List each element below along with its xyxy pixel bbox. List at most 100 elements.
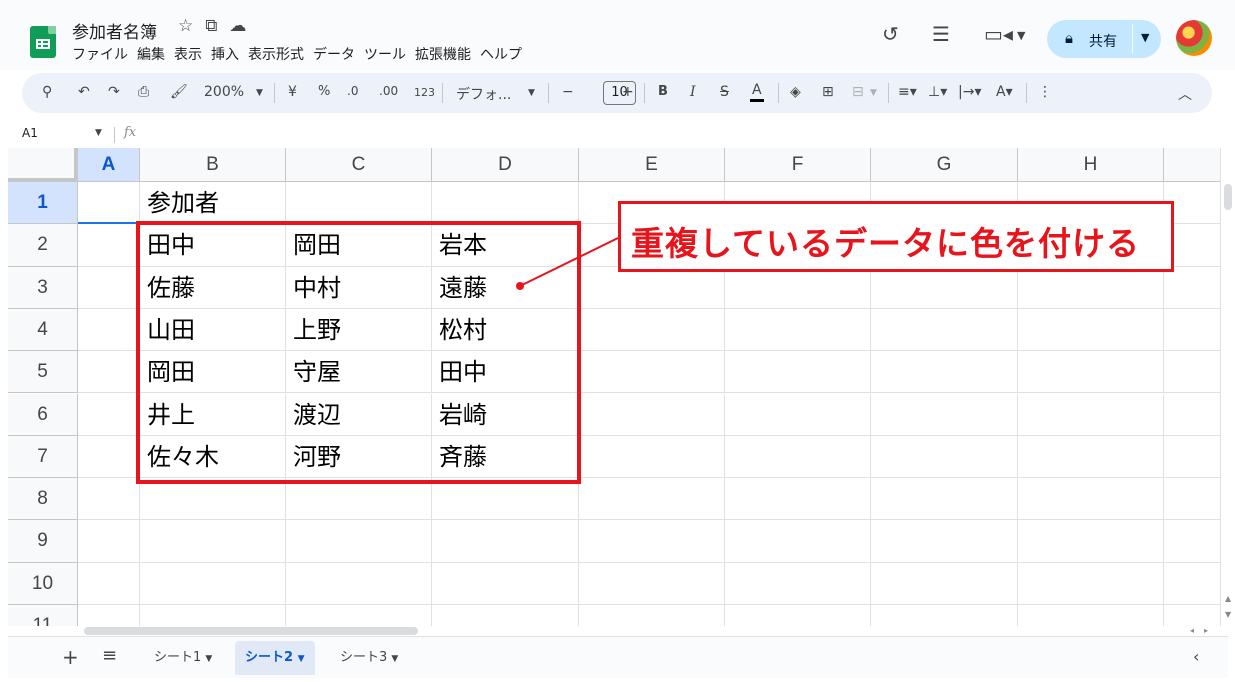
column-header-b[interactable]: B: [140, 148, 286, 182]
cell-c10[interactable]: [286, 562, 432, 605]
cell-f5[interactable]: [725, 351, 871, 394]
cell-c11[interactable]: [286, 605, 432, 626]
cell-g10[interactable]: [871, 562, 1018, 605]
cell-f9[interactable]: [725, 520, 871, 563]
row-header-2[interactable]: 2: [8, 224, 78, 267]
print-icon[interactable]: ⎙: [138, 84, 149, 100]
more-options-icon[interactable]: ⋮: [1038, 84, 1052, 100]
comment-icon[interactable]: ☰: [932, 22, 950, 46]
decrease-decimal-button[interactable]: .0: [347, 84, 358, 98]
cell-a6[interactable]: [78, 393, 140, 436]
cell-extra[interactable]: [1164, 351, 1220, 394]
cell-h9[interactable]: [1018, 520, 1164, 563]
add-sheet-icon[interactable]: +: [62, 645, 79, 669]
cell-b8[interactable]: [140, 478, 286, 521]
cell-h8[interactable]: [1018, 478, 1164, 521]
row-header-11[interactable]: 11: [8, 605, 78, 626]
menu-tools[interactable]: ツール: [364, 44, 406, 64]
column-header-d[interactable]: D: [432, 148, 579, 182]
row-header-4[interactable]: 4: [8, 308, 78, 352]
scroll-left-icon[interactable]: ◂: [1190, 626, 1194, 635]
menu-extensions[interactable]: 拡張機能: [415, 44, 471, 64]
sheets-logo-icon[interactable]: [30, 26, 56, 58]
sheet-tab-1[interactable]: シート1 ▼: [144, 641, 222, 675]
cell-d11[interactable]: [432, 605, 579, 626]
increase-decimal-button[interactable]: .00: [379, 84, 398, 98]
cell-f4[interactable]: [725, 308, 871, 352]
share-dropdown-icon[interactable]: ▼: [1141, 31, 1149, 44]
horizontal-align-icon[interactable]: ≡▾: [898, 84, 917, 100]
cell-g11[interactable]: [871, 605, 1018, 626]
merge-cells-icon[interactable]: ⊟: [852, 84, 864, 100]
name-box[interactable]: A1: [22, 126, 38, 140]
star-icon[interactable]: ☆: [178, 16, 193, 36]
cell-extra[interactable]: [1164, 267, 1220, 309]
text-rotation-icon[interactable]: A▾: [996, 84, 1013, 100]
zoom-dropdown-icon[interactable]: ▼: [256, 88, 263, 98]
scroll-down-icon[interactable]: ▼: [1225, 610, 1231, 619]
cell-h4[interactable]: [1018, 308, 1164, 352]
zoom-select[interactable]: 200%: [204, 84, 244, 100]
share-button[interactable]: 🔒︎ 共有 ▼: [1047, 20, 1161, 58]
cell-extra[interactable]: [1164, 436, 1220, 479]
cell-f7[interactable]: [725, 435, 871, 479]
cell-e8[interactable]: [579, 478, 725, 521]
cell-b9[interactable]: [140, 520, 286, 563]
column-header-extra[interactable]: [1164, 148, 1220, 182]
redo-icon[interactable]: ↷: [108, 84, 120, 100]
name-box-dropdown-icon[interactable]: ▼: [95, 128, 102, 138]
cell-f6[interactable]: [725, 393, 871, 436]
cell-extra[interactable]: [1164, 520, 1220, 563]
vertical-align-icon[interactable]: ⊥▾: [928, 84, 947, 100]
collapse-menu-icon[interactable]: ︿: [1178, 84, 1192, 104]
cell-h7[interactable]: [1018, 435, 1164, 479]
cell-e7[interactable]: [579, 435, 725, 479]
sheet-tab-3[interactable]: シート3 ▼: [330, 641, 408, 675]
cell-g3[interactable]: [871, 266, 1018, 309]
row-header-9[interactable]: 9: [8, 520, 78, 563]
cell-g6[interactable]: [871, 393, 1018, 436]
cloud-status-icon[interactable]: ☁: [229, 16, 246, 36]
move-folder-icon[interactable]: ⧉: [205, 16, 217, 36]
cell-h10[interactable]: [1018, 562, 1164, 605]
column-header-g[interactable]: G: [871, 148, 1018, 182]
cell-a8[interactable]: [78, 478, 140, 521]
cell-f11[interactable]: [725, 605, 871, 626]
cell-d10[interactable]: [432, 562, 579, 605]
cell-g9[interactable]: [871, 520, 1018, 563]
cell-d1[interactable]: [432, 182, 579, 225]
cell-b1[interactable]: 参加者: [140, 182, 286, 225]
menu-file[interactable]: ファイル: [72, 44, 128, 64]
avatar[interactable]: [1176, 20, 1212, 56]
font-size-increase-button[interactable]: +: [622, 84, 634, 100]
cell-a5[interactable]: [78, 351, 140, 394]
undo-icon[interactable]: ↶: [78, 84, 90, 100]
menu-insert[interactable]: 挿入: [211, 44, 239, 64]
bold-button[interactable]: B: [658, 84, 668, 99]
all-sheets-icon[interactable]: ≡: [102, 645, 117, 666]
paint-format-icon[interactable]: 🖌︎: [170, 84, 188, 100]
cell-a10[interactable]: [78, 562, 140, 605]
cell-g4[interactable]: [871, 308, 1018, 352]
cell-f8[interactable]: [725, 478, 871, 521]
text-color-button[interactable]: A: [750, 82, 764, 102]
cell-g8[interactable]: [871, 478, 1018, 521]
cell-e10[interactable]: [579, 562, 725, 605]
search-menus-icon[interactable]: ⚲: [42, 84, 52, 100]
cell-e11[interactable]: [579, 605, 725, 626]
cell-e4[interactable]: [579, 308, 725, 352]
cell-a4[interactable]: [78, 308, 140, 352]
menu-format[interactable]: 表示形式: [248, 44, 304, 64]
explore-collapse-icon[interactable]: ‹: [1193, 647, 1199, 666]
column-header-c[interactable]: C: [286, 148, 432, 182]
menu-data[interactable]: データ: [313, 44, 355, 64]
row-header-5[interactable]: 5: [8, 351, 78, 394]
cell-a7[interactable]: [78, 435, 140, 479]
meet-icon[interactable]: ▭◂: [984, 22, 1013, 46]
cell-a3[interactable]: [78, 266, 140, 309]
row-header-6[interactable]: 6: [8, 393, 78, 436]
strikethrough-button[interactable]: S: [720, 84, 729, 100]
history-icon[interactable]: ↺: [882, 22, 899, 46]
currency-format-button[interactable]: ¥: [288, 84, 297, 100]
cell-b11[interactable]: [140, 605, 286, 626]
